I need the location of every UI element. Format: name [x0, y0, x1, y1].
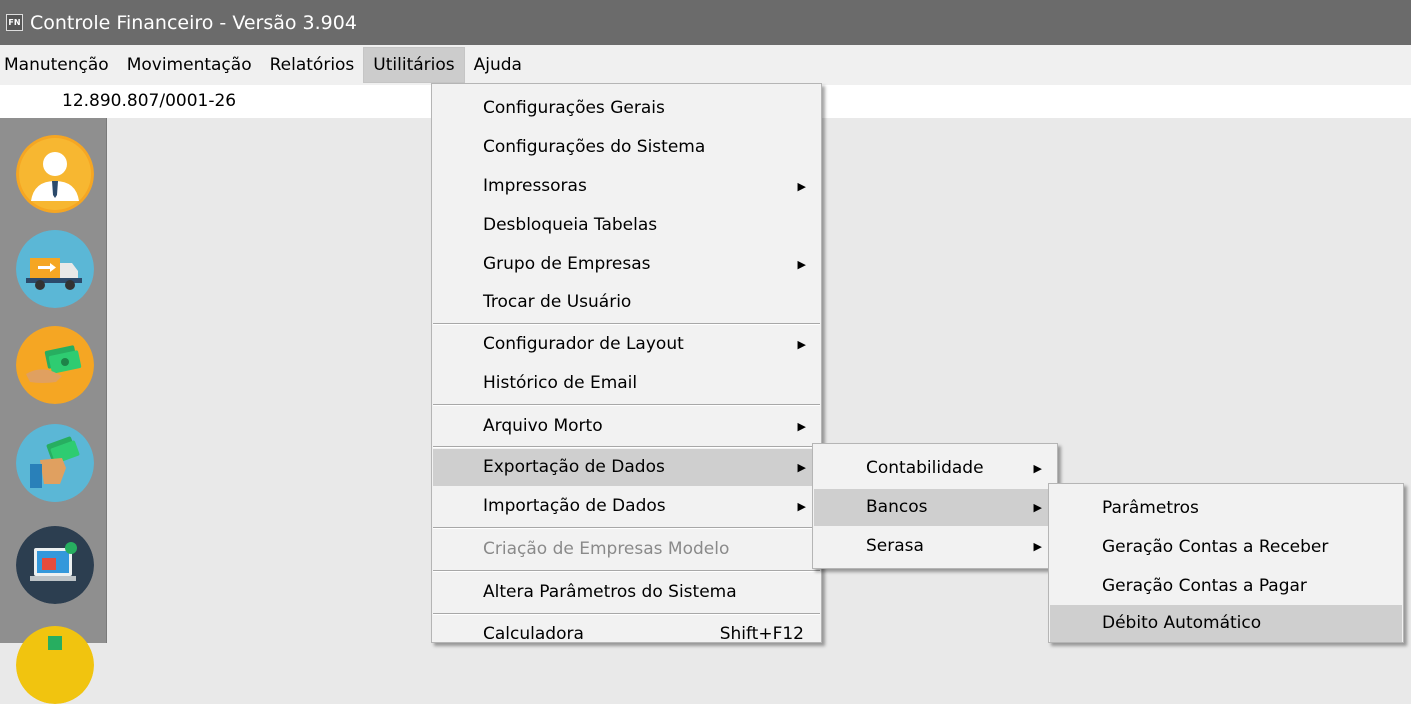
- partial-icon[interactable]: [16, 626, 94, 704]
- payment-hand-icon[interactable]: [16, 424, 94, 502]
- menu-item-criacao-empresas-modelo: Criação de Empresas Modelo: [483, 539, 730, 559]
- menu-ajuda[interactable]: Ajuda: [465, 47, 531, 83]
- menu-item-geracao-contas-pagar[interactable]: Geração Contas a Pagar: [1050, 568, 1402, 605]
- menu-utilitarios[interactable]: Utilitários: [363, 47, 465, 83]
- title-bar: FN Controle Financeiro - Versão 3.904: [0, 0, 1411, 45]
- menu-item-historico-email[interactable]: Histórico de Email: [433, 365, 820, 402]
- menu-separator: [433, 323, 820, 325]
- menu-item-parametros[interactable]: Parâmetros: [1050, 490, 1402, 527]
- menu-separator: [433, 527, 820, 529]
- submenu-arrow-icon: ▶: [797, 258, 806, 271]
- submenu-arrow-icon: ▶: [797, 180, 806, 193]
- menu-item-altera-parametros[interactable]: Altera Parâmetros do Sistema: [433, 574, 820, 611]
- menu-item-serasa[interactable]: Serasa ▶: [814, 528, 1056, 565]
- bancos-submenu: Parâmetros Geração Contas a Receber Gera…: [1048, 483, 1404, 643]
- menu-item-grupo-empresas[interactable]: Grupo de Empresas ▶: [433, 246, 820, 283]
- menu-item-configuracoes-gerais[interactable]: Configurações Gerais: [433, 90, 820, 127]
- delivery-truck-icon[interactable]: [16, 230, 94, 308]
- submenu-arrow-icon: ▶: [797, 338, 806, 351]
- menu-item-impressoras[interactable]: Impressoras ▶: [433, 168, 820, 205]
- app-icon: FN: [6, 14, 23, 31]
- submenu-arrow-icon: ▶: [797, 420, 806, 433]
- menu-item-configurador-layout[interactable]: Configurador de Layout ▶: [433, 326, 820, 363]
- menu-movimentacao[interactable]: Movimentação: [118, 47, 261, 83]
- utilitarios-menu: Configurações Gerais Configurações do Si…: [431, 83, 822, 644]
- menu-separator: [433, 613, 820, 615]
- menu-item-contabilidade[interactable]: Contabilidade ▶: [814, 450, 1056, 487]
- menu-item-configuracoes-sistema[interactable]: Configurações do Sistema: [433, 129, 820, 166]
- menu-separator: [433, 404, 820, 406]
- exportacao-submenu: Contabilidade ▶ Bancos ▶ Serasa ▶: [812, 443, 1058, 569]
- window-title: Controle Financeiro - Versão 3.904: [30, 11, 357, 34]
- menu-item-importacao-dados[interactable]: Importação de Dados ▶: [433, 488, 820, 525]
- money-hand-icon[interactable]: [16, 326, 94, 404]
- submenu-arrow-icon: ▶: [1033, 540, 1042, 553]
- menu-item-exportacao-dados[interactable]: Exportação de Dados ▶: [433, 449, 820, 486]
- menu-bar: Manutenção Movimentação Relatórios Utili…: [0, 45, 1411, 85]
- computer-screen-icon[interactable]: [16, 526, 94, 604]
- menu-item-trocar-usuario[interactable]: Trocar de Usuário: [433, 284, 820, 321]
- menu-manutencao[interactable]: Manutenção: [0, 47, 118, 83]
- sidebar: [0, 118, 107, 704]
- submenu-arrow-icon: ▶: [1033, 501, 1042, 514]
- company-id: 12.890.807/0001-26: [62, 91, 237, 111]
- menu-item-bancos[interactable]: Bancos ▶: [814, 489, 1056, 526]
- menu-relatorios[interactable]: Relatórios: [261, 47, 364, 83]
- menu-item-arquivo-morto[interactable]: Arquivo Morto ▶: [433, 408, 820, 445]
- submenu-arrow-icon: ▶: [797, 500, 806, 513]
- submenu-arrow-icon: ▶: [1033, 462, 1042, 475]
- user-icon[interactable]: [16, 135, 94, 213]
- shortcut-label: Shift+F12: [719, 624, 804, 644]
- submenu-arrow-icon: ▶: [797, 461, 806, 474]
- menu-item-desbloqueia-tabelas[interactable]: Desbloqueia Tabelas: [433, 207, 820, 244]
- menu-item-calculadora[interactable]: Calculadora Shift+F12: [433, 616, 820, 653]
- menu-item-geracao-contas-receber[interactable]: Geração Contas a Receber: [1050, 529, 1402, 566]
- menu-separator: [433, 570, 820, 572]
- menu-item-debito-automatico[interactable]: Débito Automático: [1050, 605, 1402, 642]
- menu-separator: [433, 446, 820, 448]
